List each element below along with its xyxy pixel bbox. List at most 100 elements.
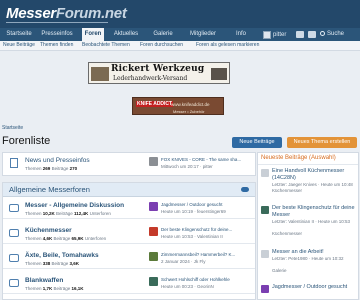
node-stats: Themen 1,7K Beiträge 16,1K [25,286,84,291]
nav-tab-info[interactable]: Info [232,28,250,41]
post-meta: Letzter: Pete1980 · Heute um 10:32 [272,256,344,261]
last-post-meta: Heute um 10:19 · feuerstinger69 [161,209,226,214]
breadcrumb[interactable]: Startseite [2,125,23,131]
search-icon [320,31,325,36]
subnav-mark-read[interactable]: Foren als gelesen markieren [196,42,259,48]
collapse-toggle-icon[interactable] [241,187,249,192]
post-title[interactable]: Jagdmesser / Outdoor gesucht [272,284,357,291]
ad-banner-rickert[interactable]: Rickert Werkzeug Lederhandwerk-Versand [88,62,230,84]
banner-title: Rickert Werkzeug [111,64,205,74]
list-item[interactable]: News und Presseinfos Themen 269 Beiträge… [3,154,255,174]
nav-tab-mitglieder[interactable]: Mitglieder [186,28,220,41]
logo-text-part2: Forum.net [55,4,127,22]
subnav-watched-threads[interactable]: Beobachtete Themen [82,42,130,48]
nav-tab-startseite[interactable]: Startseite [4,28,34,41]
last-post-meta: Heute um 00:23 · GeorinN [161,284,214,289]
avatar[interactable] [261,285,269,293]
avatar[interactable] [149,252,158,261]
main-nav: Startseite Presseinfos Foren Aktuelles G… [0,28,360,41]
site-header: Messer Forum.net [0,0,360,28]
avatar[interactable] [261,250,269,258]
list-item[interactable]: Jagdmesser / Outdoor gesucht [261,284,357,298]
sub-nav: Neue Beiträge Themen finden Beobachtete … [0,41,360,51]
post-meta: Letzter: Jaeger Knives · Heute um 10:48 [272,182,353,187]
forum-chat-icon [9,279,19,287]
node-title[interactable]: Küchenmesser [25,227,72,234]
ad-banner-knife-addict[interactable]: KNIFE ADDICT www.knifeaddict.de Messer •… [132,97,224,115]
banner2-logo: KNIFE ADDICT [136,101,174,107]
user-menu[interactable]: pitter [263,30,293,39]
category-title[interactable]: Allgemeine Messerforen [9,185,90,194]
logo-underline [6,22,108,23]
avatar [263,30,271,39]
node-title[interactable]: Blankwaffen [25,277,63,284]
nav-tab-foren[interactable]: Foren [82,28,104,41]
last-post-meta: Mittwoch um 20:17 · pitter [161,164,213,169]
node-stats: Themen 269 Beiträge 270 [25,166,78,171]
list-item[interactable]: Eine Handvoll Küchenmesser (14C28N) Letz… [261,168,357,198]
last-post-title[interactable]: FOX KNIVES - CORE - The same sha... [161,157,253,162]
node-title[interactable]: News und Presseinfos [25,157,90,164]
banner-knife-image-right [211,68,227,80]
last-post-meta: 2 Januar 2024 · Jk Fly [161,259,206,264]
banner2-url: www.knifeaddict.de [171,102,210,107]
banner-subtitle: Lederhandwerk-Versand [113,75,188,82]
search-button[interactable]: Suche [320,28,344,41]
inbox-icon[interactable] [296,31,304,38]
list-item[interactable]: Äxte, Beile, Tomahawks Themen 338 Beiträ… [3,249,255,269]
post-title[interactable]: Eine Handvoll Küchenmesser (14C28N) [272,168,357,181]
subnav-find-threads[interactable]: Themen finden [40,42,73,48]
avatar[interactable] [149,202,158,211]
nav-tab-presseinfos[interactable]: Presseinfos [40,28,74,41]
avatar[interactable] [149,277,158,286]
site-logo[interactable]: Messer Forum.net [6,4,127,22]
document-icon [10,158,18,168]
sidebar-header: Neueste Beiträge (Auswahl) [258,153,358,165]
avatar[interactable] [149,157,158,166]
list-item[interactable]: Küchenmesser Themen 4,6K Beiträge 65,9K … [3,224,255,244]
list-item[interactable]: Der beste Klingenschutz für deine Messer… [261,205,357,237]
search-label: Suche [327,31,345,37]
last-post-title[interactable]: Jagdmesser / Outdoor gesucht [161,202,253,207]
avatar[interactable] [149,227,158,236]
last-post-title[interactable]: Der beste Klingenschutz für deine... [161,227,253,232]
forum-chat-icon [9,229,19,237]
category-header: Allgemeine Messerforen [3,183,255,197]
post-title[interactable]: Messer an die Arbeit! [272,249,357,256]
new-thread-button[interactable]: Neues Thema erstellen [287,137,357,148]
forum-chat-icon [9,254,19,262]
banner2-sub: Messer • Zubehör [173,109,205,114]
sidebar-title[interactable]: Neueste Beiträge (Auswahl) [261,155,336,161]
post-forum[interactable]: Galerie [272,268,357,274]
bell-icon[interactable] [308,31,316,38]
subnav-search-forums[interactable]: Foren durchsuchen [140,42,183,48]
subnav-new-posts[interactable]: Neue Beiträge [3,42,35,48]
avatar[interactable] [261,206,269,214]
node-stats: Themen 10,2K Beiträge 112,4K Unterforen [25,211,111,216]
news-node-card: News und Presseinfos Themen 269 Beiträge… [2,152,256,176]
post-title[interactable]: Der beste Klingenschutz für deine Messer [272,205,357,218]
node-stats: Themen 338 Beiträge 3,6K [25,261,80,266]
new-posts-button[interactable]: Neue Beiträge [232,137,282,148]
post-forum[interactable]: Küchenmesser [272,188,357,194]
list-item[interactable]: Blankwaffen Themen 1,7K Beiträge 16,1K S… [3,274,255,294]
category-card: Allgemeine Messerforen Messer - Allgemei… [2,182,256,300]
page-title: Forenliste [2,135,51,147]
post-forum[interactable]: Küchenmesser [272,231,357,237]
logo-text-part1: Messer [6,4,56,22]
sidebar-latest-posts: Neueste Beiträge (Auswahl) Eine Handvoll… [257,152,359,300]
username: pitter [273,31,287,38]
list-item[interactable]: Messer - Allgemeine Diskussion Themen 10… [3,199,255,219]
node-stats: Themen 4,6K Beiträge 65,9K Unterforen [25,236,107,241]
avatar[interactable] [261,169,269,177]
node-title[interactable]: Messer - Allgemeine Diskussion [25,202,124,209]
banner-knife-image-left [91,67,109,81]
forum-chat-icon [9,204,19,212]
last-post-title[interactable]: Schwert Hohlschiff oder Hohlkehle [161,277,253,282]
nav-tab-galerie[interactable]: Galerie [150,28,176,41]
node-title[interactable]: Äxte, Beile, Tomahawks [25,252,99,259]
nav-tab-aktuelles[interactable]: Aktuelles [109,28,143,41]
last-post-meta: Heute um 10:53 · Valentinian II [161,234,223,239]
list-item[interactable]: Messer an die Arbeit! Letzter: Pete1980 … [261,249,357,275]
last-post-title[interactable]: Zimmermannsbeil? Hammerbeil? K... [161,252,253,257]
